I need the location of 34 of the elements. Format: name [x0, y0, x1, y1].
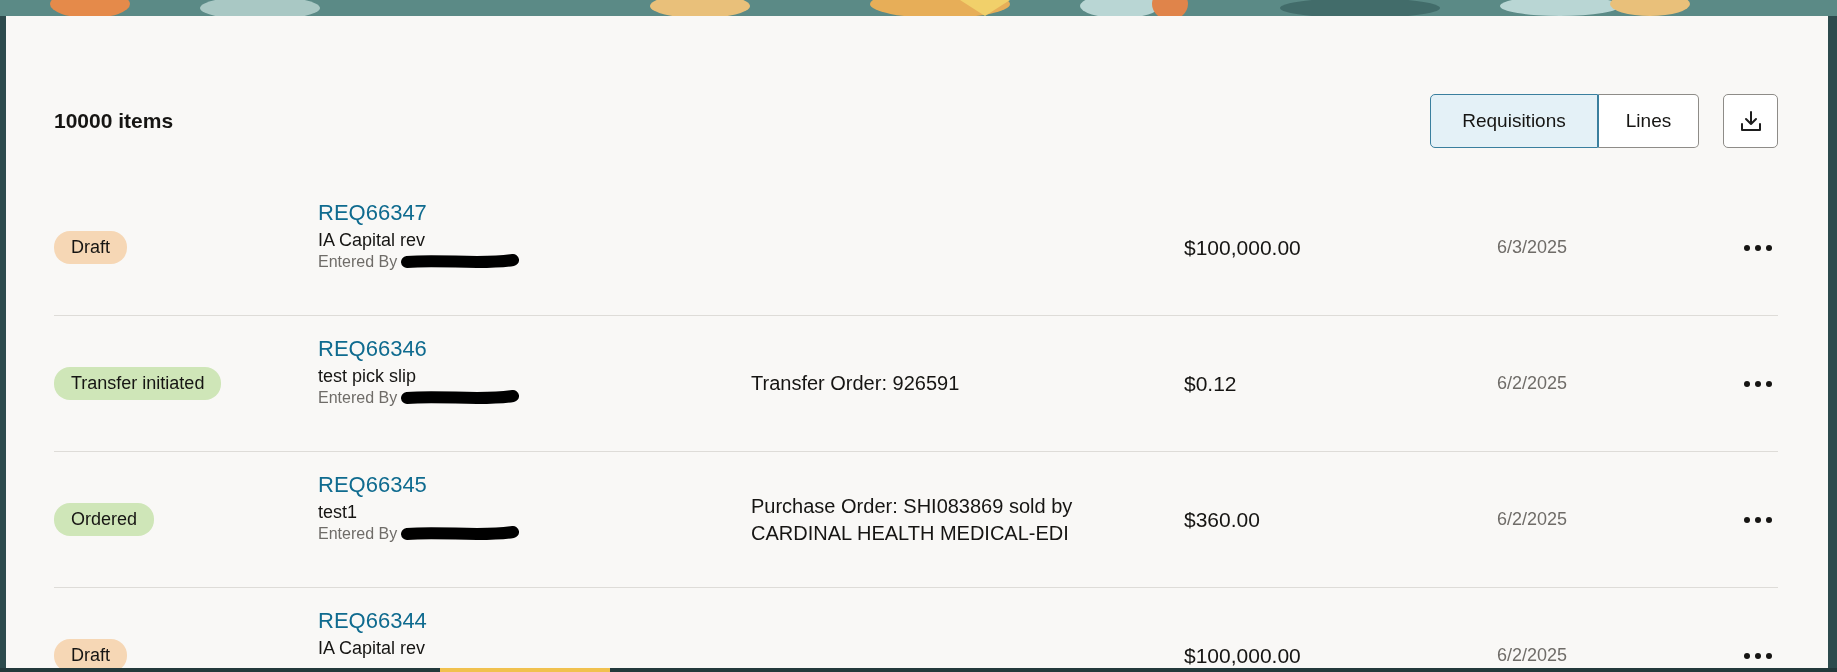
status-badge: Draft [54, 639, 127, 668]
status-badge: Draft [54, 231, 127, 264]
requisition-link[interactable]: REQ66346 [318, 336, 427, 362]
status-badge: Transfer initiated [54, 367, 222, 400]
more-icon [1743, 515, 1773, 524]
status-badge: Ordered [54, 503, 155, 536]
more-icon [1743, 651, 1773, 660]
amount: $0.12 [1184, 371, 1237, 396]
requisition-description: test pick slip [318, 366, 417, 387]
requisition-description: IA Capital rev [318, 230, 426, 251]
requisition-link[interactable]: REQ66347 [318, 200, 427, 226]
order-reference: Transfer Order: 926591 [751, 371, 960, 396]
more-icon [1743, 243, 1773, 252]
date: 6/2/2025 [1497, 645, 1568, 666]
view-toggle-button[interactable]: Lines [1598, 94, 1699, 148]
date: 6/2/2025 [1497, 509, 1568, 530]
entered-by-label: Entered By [318, 253, 398, 271]
date: 6/3/2025 [1497, 237, 1568, 258]
requisition-link[interactable]: REQ66344 [318, 608, 427, 634]
download-icon [1739, 110, 1762, 132]
view-toggle-button[interactable]: Requisitions [1430, 94, 1598, 148]
requisition-description: IA Capital rev [318, 638, 426, 659]
entered-by-label: Entered By [318, 389, 398, 407]
download-button[interactable] [1723, 94, 1778, 148]
item-count: 10000 items [54, 109, 174, 133]
amount: $360.00 [1184, 507, 1260, 532]
more-icon [1743, 379, 1773, 388]
entered-by-label: Entered By [318, 525, 398, 543]
requisition-description: test1 [318, 502, 358, 523]
amount: $100,000.00 [1184, 643, 1301, 668]
date: 6/2/2025 [1497, 373, 1568, 394]
amount: $100,000.00 [1184, 235, 1301, 260]
order-reference: Purchase Order: SHI083869 sold by CARDINAL HEALTH MEDICAL-EDI [751, 493, 1074, 546]
requisition-link[interactable]: REQ66345 [318, 472, 427, 498]
